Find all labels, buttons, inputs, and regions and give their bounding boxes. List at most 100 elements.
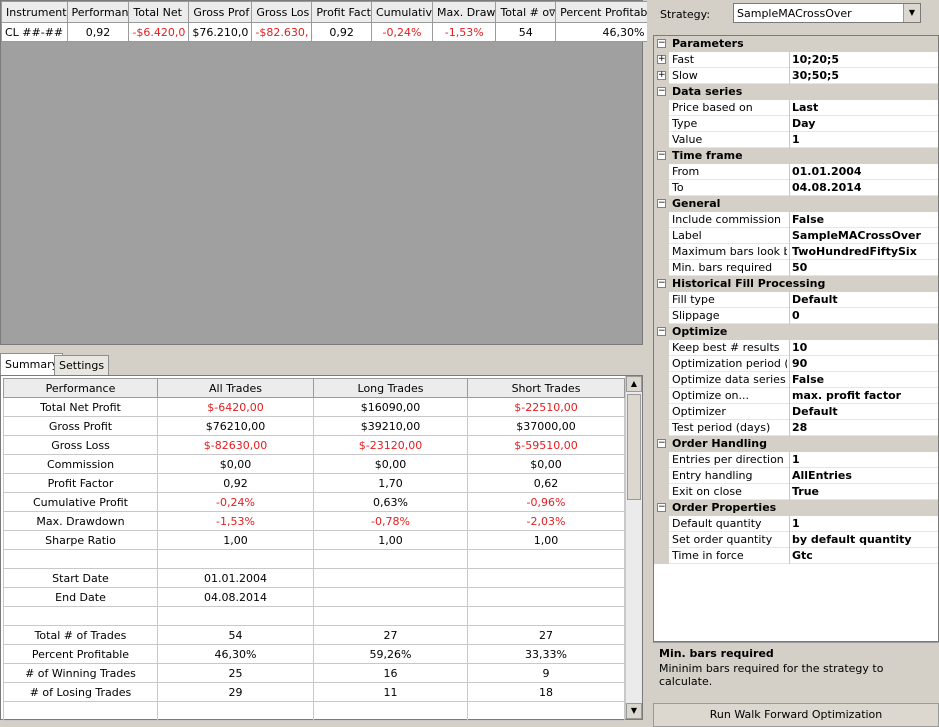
splitter[interactable] — [647, 0, 651, 727]
property-category[interactable]: − Parameters — [654, 36, 938, 52]
summary-col-header: All Trades — [157, 378, 314, 398]
property-value[interactable]: 01.01.2004 — [792, 165, 938, 178]
property-row[interactable]: Keep best # results 10 — [654, 340, 938, 356]
property-row[interactable]: Include commission False — [654, 212, 938, 228]
property-divider — [789, 356, 790, 372]
property-divider — [789, 212, 790, 228]
property-row[interactable]: + Slow 30;50;5 — [654, 68, 938, 84]
property-value[interactable]: AllEntries — [792, 469, 938, 482]
property-row[interactable]: Slippage 0 — [654, 308, 938, 324]
property-row[interactable]: Maximum bars look bac TwoHundredFiftySix — [654, 244, 938, 260]
property-value[interactable]: 1 — [792, 517, 938, 530]
results-col-header[interactable]: Profit Fact — [311, 1, 372, 23]
property-value[interactable]: 50 — [792, 261, 938, 274]
property-value[interactable]: Default — [792, 405, 938, 418]
run-walk-forward-button[interactable]: Run Walk Forward Optimization — [653, 703, 939, 727]
property-row[interactable]: Min. bars required 50 — [654, 260, 938, 276]
results-col-header[interactable]: Gross Los — [251, 1, 313, 23]
results-col-header[interactable]: Performan — [66, 1, 130, 23]
property-row[interactable]: Value 1 — [654, 132, 938, 148]
property-value[interactable]: SampleMACrossOver — [792, 229, 938, 242]
property-row[interactable]: Optimize on... max. profit factor — [654, 388, 938, 404]
property-category[interactable]: − Data series — [654, 84, 938, 100]
property-category[interactable]: − General — [654, 196, 938, 212]
collapse-icon[interactable]: − — [657, 87, 666, 96]
results-col-header[interactable]: Percent Profitab — [555, 1, 649, 23]
property-category[interactable]: − Order Handling — [654, 436, 938, 452]
collapse-icon[interactable]: − — [657, 199, 666, 208]
results-col-header[interactable]: Instrument — [1, 1, 68, 23]
property-value[interactable]: 30;50;5 — [792, 69, 938, 82]
results-col-header[interactable]: Max. Draw — [431, 1, 497, 23]
property-value[interactable]: True — [792, 485, 938, 498]
property-value[interactable]: 10;20;5 — [792, 53, 938, 66]
property-value[interactable]: by default quantity — [792, 533, 938, 546]
property-value[interactable]: Last — [792, 101, 938, 114]
property-value[interactable]: 04.08.2014 — [792, 181, 938, 194]
property-row[interactable]: Optimization period (da 90 — [654, 356, 938, 372]
results-col-header[interactable]: Total Net — [128, 1, 190, 23]
property-row[interactable]: + Fast 10;20;5 — [654, 52, 938, 68]
property-value[interactable]: False — [792, 213, 938, 226]
property-category[interactable]: − Optimize — [654, 324, 938, 340]
property-gutter — [654, 372, 669, 388]
results-col-header[interactable]: Total # o∇ — [495, 1, 557, 23]
property-value[interactable]: 90 — [792, 357, 938, 370]
scroll-down-icon[interactable]: ▼ — [626, 703, 642, 719]
summary-metric-label: # of Winning Trades — [3, 663, 158, 683]
property-name: Entries per direction — [672, 453, 784, 466]
property-category[interactable]: − Historical Fill Processing — [654, 276, 938, 292]
results-col-header[interactable]: Gross Prof — [188, 1, 253, 23]
property-value[interactable]: max. profit factor — [792, 389, 938, 402]
property-value[interactable]: Default — [792, 293, 938, 306]
results-col-header[interactable]: Cumulativ — [370, 1, 433, 23]
dropdown-arrow-icon[interactable]: ▼ — [903, 4, 920, 22]
summary-scrollbar[interactable]: ▲ ▼ — [625, 376, 642, 719]
property-divider — [789, 292, 790, 308]
property-row[interactable]: Exit on close True — [654, 484, 938, 500]
property-row[interactable]: Entry handling AllEntries — [654, 468, 938, 484]
scroll-thumb[interactable] — [627, 394, 641, 500]
property-row[interactable]: Optimize data series False — [654, 372, 938, 388]
property-value[interactable]: 10 — [792, 341, 938, 354]
property-value[interactable]: 1 — [792, 133, 938, 146]
property-row[interactable]: Set order quantity by default quantity — [654, 532, 938, 548]
property-value[interactable]: False — [792, 373, 938, 386]
property-row[interactable]: From 01.01.2004 — [654, 164, 938, 180]
property-row[interactable]: Price based on Last — [654, 100, 938, 116]
property-category[interactable]: − Order Properties — [654, 500, 938, 516]
collapse-icon[interactable]: − — [657, 39, 666, 48]
property-value[interactable]: 0 — [792, 309, 938, 322]
expand-icon[interactable]: + — [657, 71, 666, 80]
property-row[interactable]: Optimizer Default — [654, 404, 938, 420]
property-value[interactable]: 1 — [792, 453, 938, 466]
collapse-icon[interactable]: − — [657, 503, 666, 512]
property-category[interactable]: − Time frame — [654, 148, 938, 164]
property-row[interactable]: Type Day — [654, 116, 938, 132]
property-row[interactable]: Time in force Gtc — [654, 548, 938, 564]
property-name: Maximum bars look bac — [672, 245, 787, 258]
property-row[interactable]: To 04.08.2014 — [654, 180, 938, 196]
strategy-select[interactable]: SampleMACrossOver ▼ — [733, 3, 921, 23]
collapse-icon[interactable]: − — [657, 327, 666, 336]
results-row[interactable]: CL ##-## 0,92 -$6.420,0 $76.210,0 -$82.630, 0… — [1, 22, 649, 42]
scroll-up-icon[interactable]: ▲ — [626, 376, 642, 392]
property-value[interactable]: Gtc — [792, 549, 938, 562]
summary-cell: 11 — [313, 682, 468, 702]
property-row[interactable]: Default quantity 1 — [654, 516, 938, 532]
property-row[interactable]: Test period (days) 28 — [654, 420, 938, 436]
summary-cell: 1,00 — [467, 530, 625, 550]
property-row[interactable]: Entries per direction 1 — [654, 452, 938, 468]
collapse-icon[interactable]: − — [657, 439, 666, 448]
collapse-icon[interactable]: − — [657, 151, 666, 160]
collapse-icon[interactable]: − — [657, 279, 666, 288]
property-value[interactable]: TwoHundredFiftySix — [792, 245, 938, 258]
tab-settings[interactable]: Settings — [54, 355, 110, 375]
property-value[interactable]: 28 — [792, 421, 938, 434]
summary-cell: 1,70 — [313, 473, 468, 493]
property-gutter — [654, 164, 669, 180]
property-row[interactable]: Fill type Default — [654, 292, 938, 308]
property-row[interactable]: Label SampleMACrossOver — [654, 228, 938, 244]
property-value[interactable]: Day — [792, 117, 938, 130]
expand-icon[interactable]: + — [657, 55, 666, 64]
